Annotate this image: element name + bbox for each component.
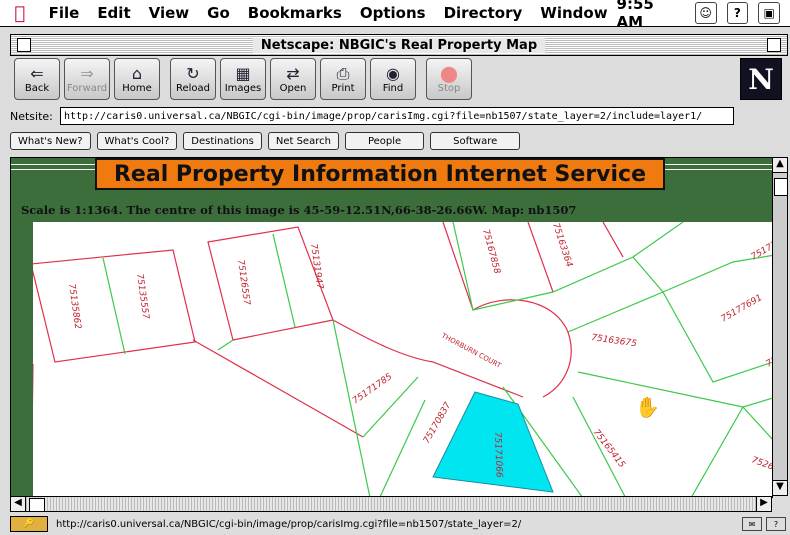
stop-button[interactable]: ⬤ Stop (426, 58, 472, 100)
scroll-up-icon[interactable]: ▲ (773, 158, 787, 173)
hand-cursor-icon: ✋ (635, 395, 660, 419)
menu-directory[interactable]: Directory (435, 4, 532, 22)
reload-icon: ↻ (186, 63, 200, 83)
window-title-bar[interactable]: Netscape: NBGIC's Real Property Map (10, 34, 788, 56)
stop-label: Stop (437, 82, 461, 94)
parcel-label: 75135557 (134, 273, 150, 320)
back-button[interactable]: ⇐ Back (14, 58, 60, 100)
parcel-label: 75170837 (422, 401, 454, 446)
menu-file[interactable]: File (40, 4, 89, 22)
parcel-label: 75163364 (550, 222, 574, 269)
home-button[interactable]: ⌂ Home (114, 58, 160, 100)
open-button[interactable]: ⇄ Open (270, 58, 316, 100)
close-box-icon[interactable] (17, 38, 31, 52)
reload-button[interactable]: ↻ Reload (170, 58, 216, 100)
reload-label: Reload (175, 82, 211, 94)
status-bar: 🔑 http://caris0.universal.ca/NBGIC/cgi-b… (10, 515, 786, 533)
property-map-svg: 75135862 75135557 75126557 75131947 7516… (30, 221, 774, 497)
open-icon: ⇄ (286, 63, 300, 83)
parcel-label: 75126557 (235, 259, 251, 306)
back-label: Back (24, 82, 50, 94)
print-button[interactable]: ⎙ Print (320, 58, 366, 100)
menu-edit[interactable]: Edit (88, 4, 139, 22)
images-label: Images (224, 82, 262, 94)
parcel-label: 75177 (750, 239, 774, 262)
netscape-logo-icon: N (740, 58, 782, 100)
scroll-down-icon[interactable]: ▼ (773, 480, 787, 495)
menu-bar:  File Edit View Go Bookmarks Options Di… (0, 0, 790, 31)
find-label: Find (382, 82, 404, 94)
toolbar: ⇐ Back ⇒ Forward ⌂ Home ↻ Reload ▦ Images ⇄ Op… (10, 56, 786, 102)
menu-go[interactable]: Go (198, 4, 239, 22)
scroll-right-icon[interactable]: ▶ (756, 497, 771, 511)
help-icon[interactable]: ? (726, 2, 749, 24)
finder-icon[interactable]: ☺ (694, 2, 717, 24)
security-key-icon[interactable]: 🔑 (10, 516, 48, 532)
status-text: http://caris0.universal.ca/NBGIC/cgi-bin… (56, 518, 522, 530)
directory-buttons: What's New? What's Cool? Destinations Ne… (10, 130, 786, 152)
scale-text: Scale is 1:1364. The centre of this imag… (21, 203, 577, 217)
help-status-icon[interactable]: ? (766, 517, 786, 531)
property-map[interactable]: 75135862 75135557 75126557 75131947 7516… (30, 221, 774, 497)
location-input[interactable] (60, 107, 734, 125)
horizontal-scrollbar[interactable]: ◀ ▶ (10, 496, 772, 512)
stop-icon: ⬤ (440, 63, 458, 83)
scroll-thumb-horizontal[interactable] (29, 498, 45, 512)
scroll-left-icon[interactable]: ◀ (11, 497, 26, 511)
forward-button[interactable]: ⇒ Forward (64, 58, 110, 100)
whats-cool-button[interactable]: What's Cool? (96, 132, 178, 150)
destinations-button[interactable]: Destinations (183, 132, 262, 150)
page-banner: Real Property Information Internet Servi… (95, 158, 665, 190)
find-icon: ◉ (386, 63, 400, 83)
window-title: Netscape: NBGIC's Real Property Map (252, 37, 546, 53)
open-label: Open (279, 82, 307, 94)
clock: 9:55 AM (616, 0, 654, 31)
images-icon: ▦ (235, 63, 251, 83)
apple-menu-icon[interactable]:  (0, 3, 40, 24)
status-icons: ✉ ? (742, 517, 786, 531)
forward-label: Forward (66, 82, 108, 94)
home-icon: ⌂ (131, 63, 143, 83)
find-button[interactable]: ◉ Find (370, 58, 416, 100)
application-icon[interactable]: ▣ (758, 2, 780, 24)
menu-window[interactable]: Window (531, 4, 616, 22)
menu-right-area: 9:55 AM ☺ ? ▣ (617, 0, 790, 31)
parcel-label: 75165415 (591, 428, 627, 470)
street-label: THORBURN COURT (439, 331, 503, 370)
netsite-label: Netsite: (10, 109, 53, 123)
software-button[interactable]: Software (430, 132, 521, 150)
print-icon: ⎙ (336, 63, 350, 83)
page-content: Real Property Information Internet Servi… (10, 157, 773, 498)
zoom-box-icon[interactable] (767, 38, 781, 52)
people-button[interactable]: People (344, 132, 425, 150)
parcel-label: 75167858 (480, 228, 502, 275)
parcel-label: 75177691 (720, 293, 765, 325)
menu-bookmarks[interactable]: Bookmarks (239, 4, 351, 22)
vertical-scrollbar[interactable]: ▲ ▼ (772, 157, 788, 496)
parcel-label: 75171066 (492, 432, 504, 478)
parcel-label: 75135862 (66, 283, 82, 330)
net-search-button[interactable]: Net Search (267, 132, 339, 150)
parcel-label: 75131947 (308, 243, 324, 290)
parcel-label: 75262 (750, 455, 773, 474)
print-label: Print (331, 82, 355, 94)
whats-new-button[interactable]: What's New? (10, 132, 91, 150)
mail-icon[interactable]: ✉ (742, 517, 762, 531)
menu-options[interactable]: Options (351, 4, 435, 22)
home-label: Home (122, 82, 152, 94)
menu-view[interactable]: View (140, 4, 199, 22)
location-bar: Netsite: (10, 106, 786, 126)
scroll-thumb[interactable] (774, 178, 788, 196)
forward-arrow-icon: ⇒ (80, 63, 94, 83)
parcel-label: 75171785 (351, 372, 394, 407)
images-button[interactable]: ▦ Images (220, 58, 266, 100)
parcel-label: 75163675 (591, 333, 638, 349)
back-arrow-icon: ⇐ (30, 63, 44, 83)
